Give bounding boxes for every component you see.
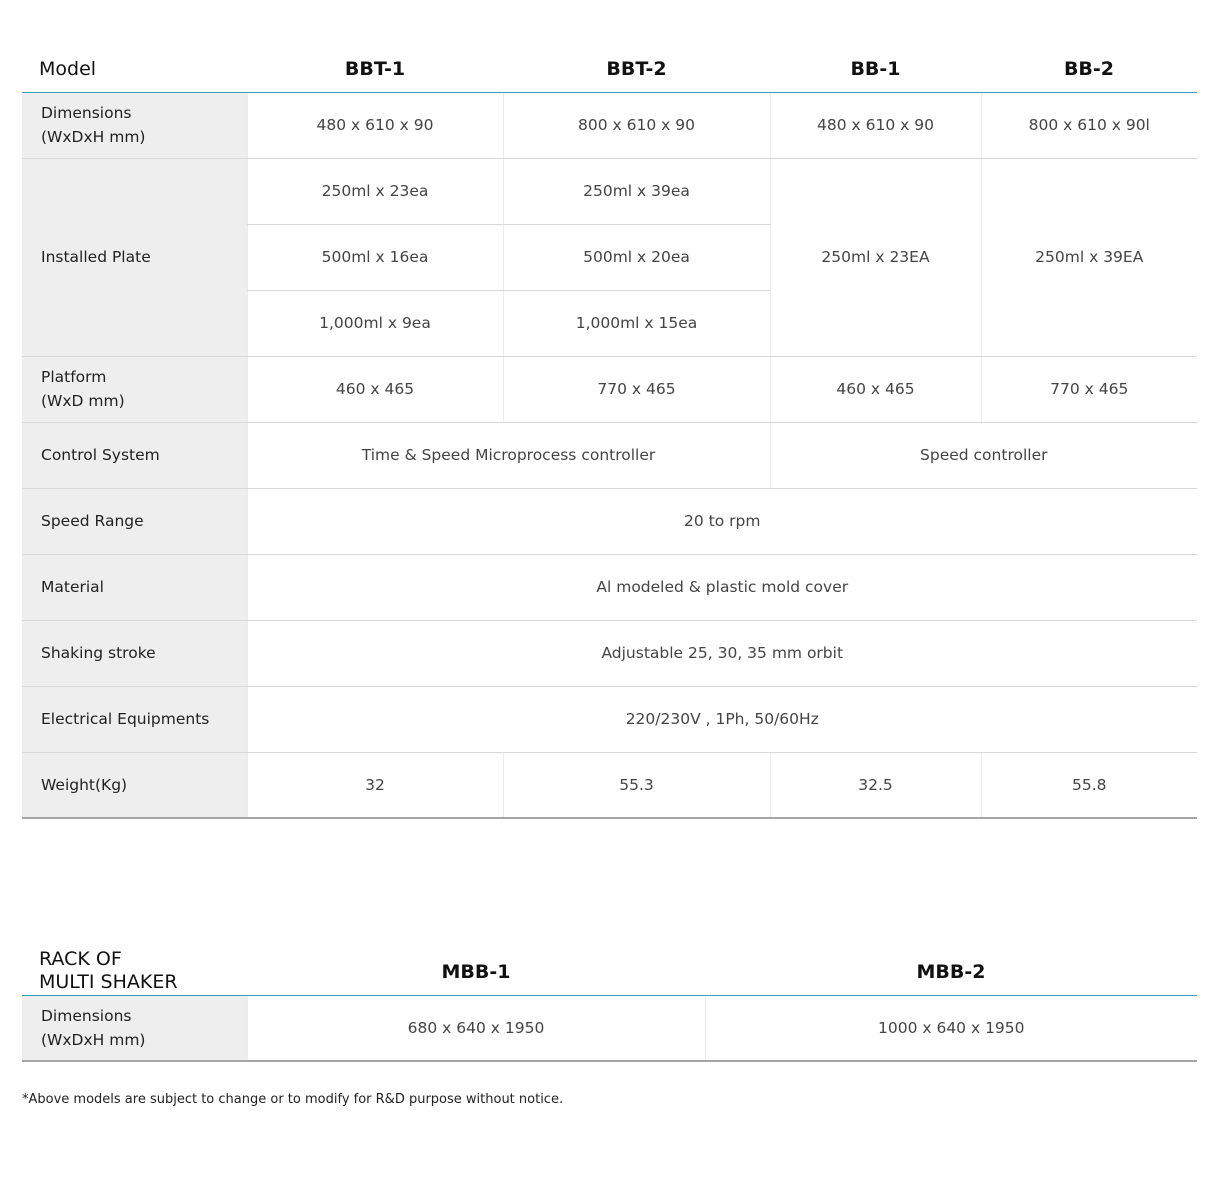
- cell-speed-range: 20 to rpm: [246, 488, 1197, 555]
- cell-plate-bbt-1: 500ml x 16ea: [246, 224, 503, 291]
- cell-plate-bb-2: 250ml x 39EA: [980, 158, 1197, 357]
- row-dimensions: Dimensions (WxDxH mm) 480 x 610 x 90 800…: [22, 92, 1197, 159]
- cell-weight-bb-2: 55.8: [980, 752, 1197, 819]
- row-label-weight: Weight(Kg): [22, 752, 247, 819]
- cell-material: Al modeled & plastic mold cover: [246, 554, 1197, 621]
- cell-weight-bbt-1: 32: [246, 752, 503, 819]
- spec-table-rack: RACK OF MULTI SHAKER MBB-1 MBB-2 Dimensi…: [22, 942, 1197, 1062]
- header-row: Model BBT-1 BBT-2 BB-1 BB-2: [22, 40, 1197, 93]
- row-platform: Platform (WxD mm) 460 x 465 770 x 465 46…: [22, 356, 1197, 423]
- row-label-platform: Platform (WxD mm): [22, 356, 247, 423]
- header-model-mbb-1: MBB-1: [247, 942, 705, 996]
- cell-control-bbt: Time & Speed Microprocess controller: [246, 422, 770, 489]
- cell-platform-bbt-1: 460 x 465: [246, 356, 503, 423]
- header-line: RACK OF: [39, 947, 122, 970]
- row-installed-plate: Installed Plate 250ml x 23ea 250ml x 39e…: [22, 158, 1197, 357]
- label-line: (WxDxH mm): [41, 1030, 146, 1049]
- row-rack-dimensions: Dimensions (WxDxH mm) 680 x 640 x 1950 1…: [22, 995, 1197, 1062]
- row-weight: Weight(Kg) 32 55.3 32.5 55.8: [22, 752, 1197, 819]
- cell-electrical: 220/230V , 1Ph, 50/60Hz: [246, 686, 1197, 753]
- label-line: Platform: [41, 368, 107, 386]
- cell-weight-bbt-2: 55.3: [502, 752, 770, 819]
- cell-plate-bbt-1: 250ml x 23ea: [246, 158, 503, 225]
- cell-dimensions-bb-2: 800 x 610 x 90l: [980, 92, 1197, 159]
- label-line: (WxDxH mm): [41, 128, 146, 146]
- label-line: Dimensions: [41, 104, 132, 122]
- row-label-installed-plate: Installed Plate: [22, 158, 247, 357]
- spec-table-shakers: Model BBT-1 BBT-2 BB-1 BB-2 Dimensions (…: [22, 40, 1197, 819]
- cell-rack-dimensions-mbb-1: 680 x 640 x 1950: [246, 995, 705, 1062]
- header-model-bbt-1: BBT-1: [247, 40, 503, 93]
- row-label-speed-range: Speed Range: [22, 488, 247, 555]
- label-line: (WxD mm): [41, 392, 125, 410]
- header-model-bb-2: BB-2: [981, 40, 1197, 93]
- row-speed-range: Speed Range 20 to rpm: [22, 488, 1197, 555]
- cell-dimensions-bbt-2: 800 x 610 x 90: [502, 92, 770, 159]
- label-line: Dimensions: [41, 1006, 132, 1025]
- cell-platform-bb-1: 460 x 465: [769, 356, 981, 423]
- cell-plate-bb-1: 250ml x 23EA: [769, 158, 981, 357]
- cell-plate-bbt-2: 1,000ml x 15ea: [502, 290, 770, 357]
- row-control-system: Control System Time & Speed Microprocess…: [22, 422, 1197, 489]
- header-rack-label: RACK OF MULTI SHAKER: [22, 942, 247, 996]
- cell-dimensions-bbt-1: 480 x 610 x 90: [246, 92, 503, 159]
- cell-plate-bbt-2: 250ml x 39ea: [502, 158, 770, 225]
- footnote: *Above models are subject to change or t…: [22, 1092, 564, 1107]
- row-label-rack-dimensions: Dimensions (WxDxH mm): [22, 995, 247, 1062]
- header-model-bbt-2: BBT-2: [503, 40, 770, 93]
- row-label-material: Material: [22, 554, 247, 621]
- row-label-electrical: Electrical Equipments: [22, 686, 247, 753]
- row-label-shaking-stroke: Shaking stroke: [22, 620, 247, 687]
- row-label-dimensions: Dimensions (WxDxH mm): [22, 92, 247, 159]
- row-label-control-system: Control System: [22, 422, 247, 489]
- header-model-mbb-2: MBB-2: [705, 942, 1197, 996]
- cell-weight-bb-1: 32.5: [769, 752, 981, 819]
- cell-rack-dimensions-mbb-2: 1000 x 640 x 1950: [704, 995, 1197, 1062]
- row-material: Material Al modeled & plastic mold cover: [22, 554, 1197, 621]
- cell-platform-bb-2: 770 x 465: [980, 356, 1197, 423]
- row-electrical: Electrical Equipments 220/230V , 1Ph, 50…: [22, 686, 1197, 753]
- cell-platform-bbt-2: 770 x 465: [502, 356, 770, 423]
- cell-shaking-stroke: Adjustable 25, 30, 35 mm orbit: [246, 620, 1197, 687]
- cell-plate-bbt-2: 500ml x 20ea: [502, 224, 770, 291]
- row-shaking-stroke: Shaking stroke Adjustable 25, 30, 35 mm …: [22, 620, 1197, 687]
- header-row: RACK OF MULTI SHAKER MBB-1 MBB-2: [22, 942, 1197, 996]
- cell-control-bb: Speed controller: [769, 422, 1197, 489]
- header-line: MULTI SHAKER: [39, 970, 178, 993]
- header-model-bb-1: BB-1: [770, 40, 981, 93]
- cell-dimensions-bb-1: 480 x 610 x 90: [769, 92, 981, 159]
- header-model-label: Model: [22, 40, 247, 93]
- cell-plate-bbt-1: 1,000ml x 9ea: [246, 290, 503, 357]
